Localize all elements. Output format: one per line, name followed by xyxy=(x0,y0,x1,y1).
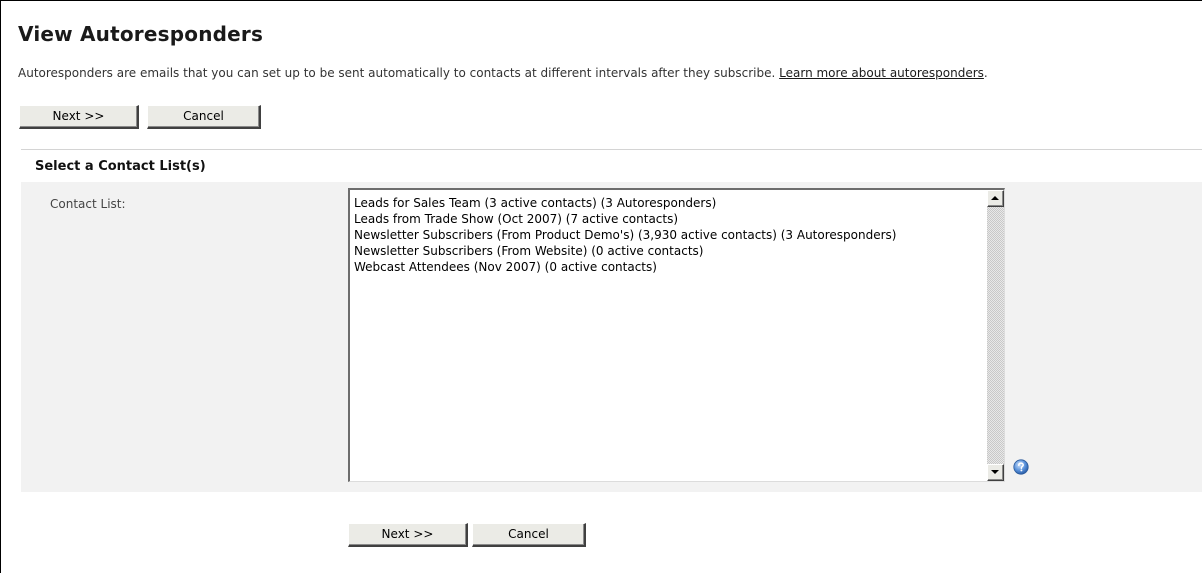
arrow-down-icon xyxy=(991,470,999,474)
scroll-down-button[interactable] xyxy=(987,464,1004,481)
help-question-icon[interactable] xyxy=(1013,459,1029,475)
intro-period: . xyxy=(983,66,988,80)
section-header: Select a Contact List(s) xyxy=(21,149,1202,182)
scroll-up-button[interactable] xyxy=(987,190,1004,207)
next-button-bottom[interactable]: Next >> xyxy=(348,523,468,547)
contact-list-label: Contact List: xyxy=(50,197,126,211)
contact-list-select[interactable]: Leads for Sales Team (3 active contacts)… xyxy=(348,188,1005,482)
page-title: View Autoresponders xyxy=(18,22,264,46)
cancel-button-bottom[interactable]: Cancel xyxy=(472,523,586,547)
contact-list-option[interactable]: Leads from Trade Show (Oct 2007) (7 acti… xyxy=(354,211,980,227)
contact-list-section: Contact List: Leads for Sales Team (3 ac… xyxy=(21,182,1202,492)
section-title: Select a Contact List(s) xyxy=(35,159,206,174)
arrow-up-icon xyxy=(991,196,999,200)
page-frame: View Autoresponders Autoresponders are e… xyxy=(0,0,1202,573)
next-button-top[interactable]: Next >> xyxy=(19,105,139,129)
intro-description: Autoresponders are emails that you can s… xyxy=(18,66,776,80)
learn-more-link[interactable]: Learn more about autoresponders xyxy=(779,66,984,80)
contact-list-option[interactable]: Webcast Attendees (Nov 2007) (0 active c… xyxy=(354,259,980,275)
contact-list-options: Leads for Sales Team (3 active contacts)… xyxy=(354,195,980,275)
contact-list-option[interactable]: Newsletter Subscribers (From Website) (0… xyxy=(354,243,980,259)
listbox-scrollbar[interactable] xyxy=(987,190,1004,481)
contact-list-option[interactable]: Newsletter Subscribers (From Product Dem… xyxy=(354,227,980,243)
cancel-button-top[interactable]: Cancel xyxy=(147,105,261,129)
contact-list-option[interactable]: Leads for Sales Team (3 active contacts)… xyxy=(354,195,980,211)
intro-text: Autoresponders are emails that you can s… xyxy=(18,66,988,80)
